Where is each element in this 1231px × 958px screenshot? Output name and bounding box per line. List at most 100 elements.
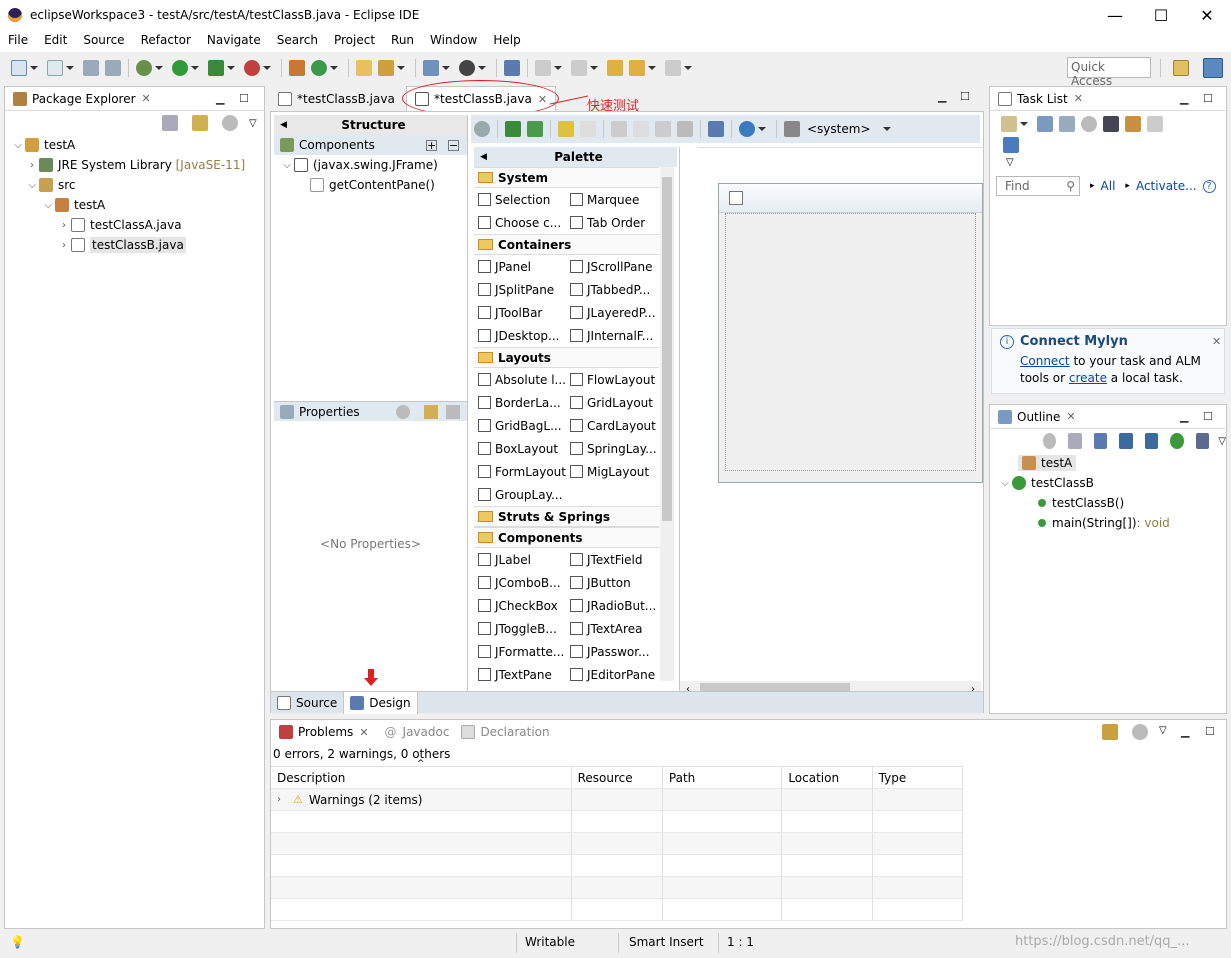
hide-completed-icon[interactable]	[1103, 116, 1119, 132]
maximize-icon[interactable]: ☐	[960, 90, 970, 103]
chevron-down-icon[interactable]	[66, 65, 74, 70]
paste-icon[interactable]	[655, 121, 671, 137]
declaration-tab[interactable]: Declaration	[480, 725, 549, 739]
filter-icon[interactable]	[1102, 724, 1118, 740]
column-resource[interactable]: Resource	[571, 766, 663, 789]
palette-category[interactable]: Layouts	[474, 347, 659, 368]
palette-item[interactable]: JSplitPane	[474, 283, 566, 297]
lightbulb-icon[interactable]: 💡	[10, 935, 25, 949]
jframe-preview[interactable]	[718, 183, 983, 483]
redo-icon[interactable]	[580, 121, 596, 137]
scheduled-icon[interactable]	[1059, 116, 1075, 132]
palette-item[interactable]: JLayeredP...	[566, 306, 658, 320]
look-and-feel-icon[interactable]	[739, 121, 755, 137]
palette-item[interactable]: BorderLa...	[474, 396, 566, 410]
palette-item[interactable]: Choose c...	[474, 216, 566, 230]
chevron-right-icon[interactable]: ›	[25, 160, 39, 171]
palette-item[interactable]: GridBagL...	[474, 419, 566, 433]
palette-item[interactable]: JPanel	[474, 260, 566, 274]
system-laf-label[interactable]: <system>	[807, 122, 871, 136]
task-list-title[interactable]: Task List	[1017, 92, 1068, 106]
chevron-down-icon[interactable]	[30, 65, 38, 70]
chevron-down-icon[interactable]	[155, 65, 163, 70]
menu-window[interactable]: Window	[422, 31, 485, 47]
connect-link[interactable]: Connect	[1020, 354, 1070, 368]
open-task-icon[interactable]	[378, 59, 394, 76]
column-path[interactable]: Path	[662, 766, 783, 789]
palette-item[interactable]: FlowLayout	[566, 373, 658, 387]
palette-item[interactable]: JPasswor...	[566, 645, 658, 659]
palette-item[interactable]: CardLayout	[566, 419, 658, 433]
menu-refactor[interactable]: Refactor	[133, 31, 199, 47]
open-type-icon[interactable]	[356, 59, 372, 76]
tree-item-package[interactable]: ⌵ testA	[11, 195, 264, 215]
palette-category[interactable]: Containers	[474, 234, 659, 255]
minimize-icon[interactable]: ▁	[216, 92, 224, 105]
cut-icon[interactable]	[611, 121, 627, 137]
new-type-icon[interactable]	[47, 59, 63, 76]
menu-edit[interactable]: Edit	[36, 31, 75, 47]
save-all-icon[interactable]	[105, 59, 121, 76]
focus-icon[interactable]	[1081, 116, 1097, 132]
outline-title[interactable]: Outline	[1017, 410, 1060, 424]
menu-project[interactable]: Project	[326, 31, 383, 47]
chevron-down-icon[interactable]: ⌵	[41, 200, 55, 211]
palette-item[interactable]: JButton	[566, 576, 658, 590]
refresh-icon[interactable]	[527, 121, 543, 137]
close-icon[interactable]: ✕	[1212, 335, 1221, 348]
maximize-icon[interactable]: ☐	[239, 92, 249, 105]
user-icon[interactable]	[459, 59, 475, 76]
chevron-right-icon[interactable]: ›	[57, 240, 71, 251]
maximize-icon[interactable]: ☐	[1203, 92, 1213, 105]
chevron-down-icon[interactable]	[684, 65, 692, 70]
chevron-down-icon[interactable]: ⌵	[998, 478, 1012, 489]
close-button[interactable]: ✕	[1184, 0, 1230, 31]
create-link[interactable]: create	[1069, 371, 1107, 385]
collapse-left-icon[interactable]: ◀	[280, 120, 287, 130]
chevron-down-icon[interactable]	[590, 65, 598, 70]
menu-navigate[interactable]: Navigate	[199, 31, 269, 47]
undo-icon[interactable]	[558, 121, 574, 137]
expand-all-icon[interactable]: +	[426, 139, 437, 151]
next-annotation-icon[interactable]	[535, 59, 551, 76]
design-tab[interactable]: Design	[343, 691, 418, 714]
focus-icon[interactable]	[1132, 724, 1148, 740]
palette-item[interactable]: BoxLayout	[474, 442, 566, 456]
column-description[interactable]: Description ^	[271, 759, 572, 789]
new-task-icon[interactable]	[1001, 116, 1017, 132]
chevron-down-icon[interactable]	[263, 65, 271, 70]
palette-item[interactable]: Tab Order	[566, 216, 658, 230]
chevron-down-icon[interactable]	[758, 127, 766, 131]
palette-item[interactable]: JScrollPane	[566, 260, 658, 274]
palette-item[interactable]: JEditorPane	[566, 668, 658, 682]
all-link[interactable]: All	[1101, 179, 1116, 193]
debug-icon[interactable]	[136, 59, 152, 76]
chevron-down-icon[interactable]: ⌵	[11, 140, 25, 151]
chevron-down-icon[interactable]: ⌵	[25, 180, 39, 191]
chevron-down-icon[interactable]	[1020, 122, 1028, 126]
palette-item[interactable]: JComboB...	[474, 576, 566, 590]
minimize-icon[interactable]: ▁	[1180, 92, 1188, 105]
javadoc-tab[interactable]: Javadoc	[403, 725, 450, 739]
collapse-all-icon[interactable]	[1068, 433, 1082, 449]
palette-item[interactable]: JTabbedP...	[566, 283, 658, 297]
maximize-icon[interactable]: ☐	[1203, 410, 1213, 423]
link-with-editor-icon[interactable]	[192, 115, 208, 131]
collapse-icon[interactable]	[1147, 116, 1163, 132]
tree-item-jframe[interactable]: ⌵ (javax.swing.JFrame)	[280, 155, 467, 175]
hide-local-types-icon[interactable]	[1195, 433, 1210, 449]
run-icon[interactable]	[172, 59, 188, 76]
chevron-down-icon[interactable]	[648, 65, 656, 70]
close-icon[interactable]: ✕	[1074, 92, 1083, 105]
chevron-down-icon[interactable]	[478, 65, 486, 70]
tree-item-jre[interactable]: › JRE System Library [JavaSE-11]	[11, 155, 264, 175]
collapse-all-icon[interactable]	[162, 115, 178, 131]
show-advanced-icon[interactable]	[446, 404, 460, 419]
view-menu-icon[interactable]: ▽	[1218, 436, 1226, 447]
activate-link[interactable]: Activate...	[1136, 179, 1197, 193]
goto-definition-icon[interactable]	[424, 404, 438, 419]
hide-nonpublic-icon[interactable]	[1170, 433, 1184, 449]
close-icon[interactable]: ✕	[142, 92, 151, 105]
new-class-icon[interactable]	[311, 59, 327, 76]
repository-icon[interactable]	[1003, 137, 1019, 153]
